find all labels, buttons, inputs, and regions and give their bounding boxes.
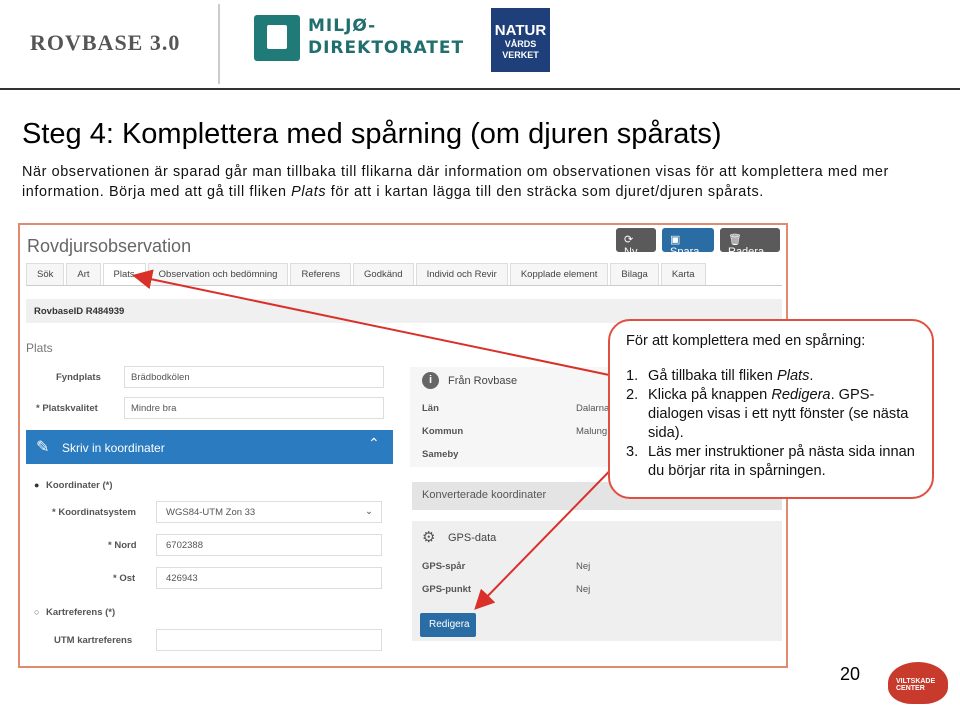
- rovbase-id: RovbaseID R484939: [34, 306, 125, 317]
- callout-steps: 1. Gå tillbaka till fliken Plats. 2. Klick…: [626, 367, 916, 481]
- kartreferens-radio[interactable]: ○: [34, 607, 39, 617]
- redigera-button[interactable]: Redigera: [420, 613, 476, 637]
- intro-em: Plats: [291, 184, 327, 200]
- step-3-text: Läs mer instruktioner på nästa sida inna…: [648, 444, 915, 479]
- koordinater-label: Koordinater (*): [46, 480, 113, 491]
- info-icon: i: [422, 372, 439, 389]
- step-1-em: Plats: [776, 368, 810, 384]
- utm-label: UTM kartreferens: [54, 635, 133, 646]
- step-2-text-a: Klicka på knappen: [648, 387, 772, 403]
- nord-label: * Nord: [108, 540, 137, 551]
- gps-spar-label: GPS-spår: [422, 561, 466, 572]
- ost-value: 426943: [166, 573, 198, 584]
- step-1-text-b: .: [809, 368, 814, 384]
- platskvalitet-value: Mindre bra: [131, 403, 177, 414]
- fyndplats-value: Brädbodkölen: [131, 372, 190, 383]
- gps-punkt-label: GPS-punkt: [422, 584, 472, 595]
- natur-line1: NATUR: [494, 22, 547, 39]
- spara-label: Spara: [670, 246, 700, 258]
- instruction-callout: För att komplettera med en spårning: 1. G…: [608, 319, 934, 499]
- nord-field[interactable]: 6702388: [156, 534, 382, 556]
- nord-value: 6702388: [166, 540, 203, 551]
- app-title: Rovdjursobservation: [27, 236, 192, 256]
- ost-label: * Ost: [113, 573, 136, 584]
- konverterade-title: Konverterade koordinater: [422, 489, 547, 501]
- ny-label: Ny: [624, 246, 638, 258]
- koordinater-radio[interactable]: ●: [34, 480, 39, 490]
- viltskadecenter-logo-text: VILTSKADE CENTER: [896, 678, 936, 692]
- tab-bar: Sök Art Plats Observation och bedömning …: [26, 263, 708, 285]
- koordsys-label: * Koordinatsystem: [52, 507, 136, 518]
- platskvalitet-label: * Platskvalitet: [36, 403, 98, 414]
- slide-title: Steg 4: Komplettera med spårning (om dju…: [22, 118, 722, 150]
- koordsys-select[interactable]: WGS84-UTM Zon 33 ⌄: [156, 501, 382, 523]
- natur-line2: VÅRDS: [504, 39, 537, 49]
- tab-bilaga[interactable]: Bilaga: [610, 263, 659, 285]
- pencil-icon: ✎: [36, 439, 50, 456]
- step-number: 2.: [626, 387, 639, 403]
- fyndplats-field[interactable]: Brädbodkölen: [124, 366, 384, 388]
- step-number: 1.: [626, 368, 639, 384]
- step-number: 3.: [626, 444, 639, 460]
- step-text: Gå tillbaka till fliken Plats.: [648, 367, 813, 386]
- tab-godkand[interactable]: Godkänd: [353, 263, 414, 285]
- gps-punkt-value: Nej: [576, 584, 591, 595]
- section-title: Plats: [26, 341, 53, 355]
- miljodirektoratet-logo-line2: DIREKTORATET: [308, 38, 465, 58]
- slide-intro: När observationen är sparad går man till…: [22, 162, 942, 202]
- tab-underline: [26, 285, 782, 286]
- sameby-label: Sameby: [422, 449, 459, 460]
- koordinater-bar-title: Skriv in koordinater: [62, 441, 165, 455]
- callout-step-2: 2. Klicka på knappen Redigera. GPS-dialog…: [626, 386, 916, 443]
- chevron-down-icon: ⌄: [365, 506, 373, 517]
- callout-title: För att komplettera med en spårning:: [626, 333, 866, 349]
- miljodirektoratet-logo-icon: [254, 15, 300, 61]
- naturvardsverket-logo: NATUR VÅRDS VERKET: [491, 8, 550, 72]
- ny-button[interactable]: ⟳ Ny: [616, 228, 656, 258]
- callout-step-3: 3. Läs mer instruktioner på nästa sida in…: [626, 443, 916, 481]
- tab-referens[interactable]: Referens: [290, 263, 352, 285]
- kommun-label: Kommun: [422, 426, 464, 437]
- step-text: Klicka på knappen Redigera. GPS-dialogen…: [648, 386, 916, 443]
- tab-kopplade[interactable]: Kopplade element: [509, 263, 609, 285]
- radera-label: Radera: [728, 246, 765, 258]
- tab-sok[interactable]: Sök: [26, 263, 65, 285]
- gear-icon: ⚙: [422, 529, 436, 546]
- step-2-em: Redigera: [771, 387, 831, 403]
- intro-text-2: för att i kartan lägga till den sträcka …: [326, 184, 764, 200]
- lan-value: Dalarna: [576, 403, 610, 414]
- rovbase-logo: ROVBASE 3.0: [30, 30, 181, 55]
- kartreferens-label: Kartreferens (*): [46, 607, 116, 618]
- platskvalitet-select[interactable]: Mindre bra: [124, 397, 384, 419]
- radera-button[interactable]: 🗑 Radera: [720, 228, 780, 258]
- miljodirektoratet-logo-line1: MILJØ-: [308, 16, 377, 36]
- tab-individ[interactable]: Individ och Revir: [415, 263, 508, 285]
- ost-field[interactable]: 426943: [156, 567, 382, 589]
- spara-button[interactable]: ▣ Spara: [662, 228, 714, 258]
- fyndplats-label: Fyndplats: [56, 372, 101, 383]
- gps-spar-value: Nej: [576, 561, 591, 572]
- utm-field[interactable]: [156, 629, 382, 651]
- kommun-value: Malung: [576, 426, 608, 437]
- natur-line3: VERKET: [502, 50, 539, 60]
- gps-data-title: GPS-data: [448, 532, 497, 544]
- step-1-text-a: Gå tillbaka till fliken: [648, 368, 777, 384]
- tab-art[interactable]: Art: [66, 263, 101, 285]
- lan-label: Län: [422, 403, 439, 414]
- page-number: 20: [840, 664, 861, 684]
- chevron-up-icon[interactable]: ⌃: [368, 435, 380, 452]
- tab-plats[interactable]: Plats: [102, 263, 146, 285]
- callout-step-1: 1. Gå tillbaka till fliken Plats.: [626, 367, 916, 386]
- fran-rovbase-title: Från Rovbase: [448, 375, 518, 387]
- koordsys-value: WGS84-UTM Zon 33: [166, 507, 256, 518]
- tab-karta[interactable]: Karta: [660, 263, 706, 285]
- tab-observation[interactable]: Observation och bedömning: [147, 263, 289, 285]
- header-divider: [218, 4, 220, 84]
